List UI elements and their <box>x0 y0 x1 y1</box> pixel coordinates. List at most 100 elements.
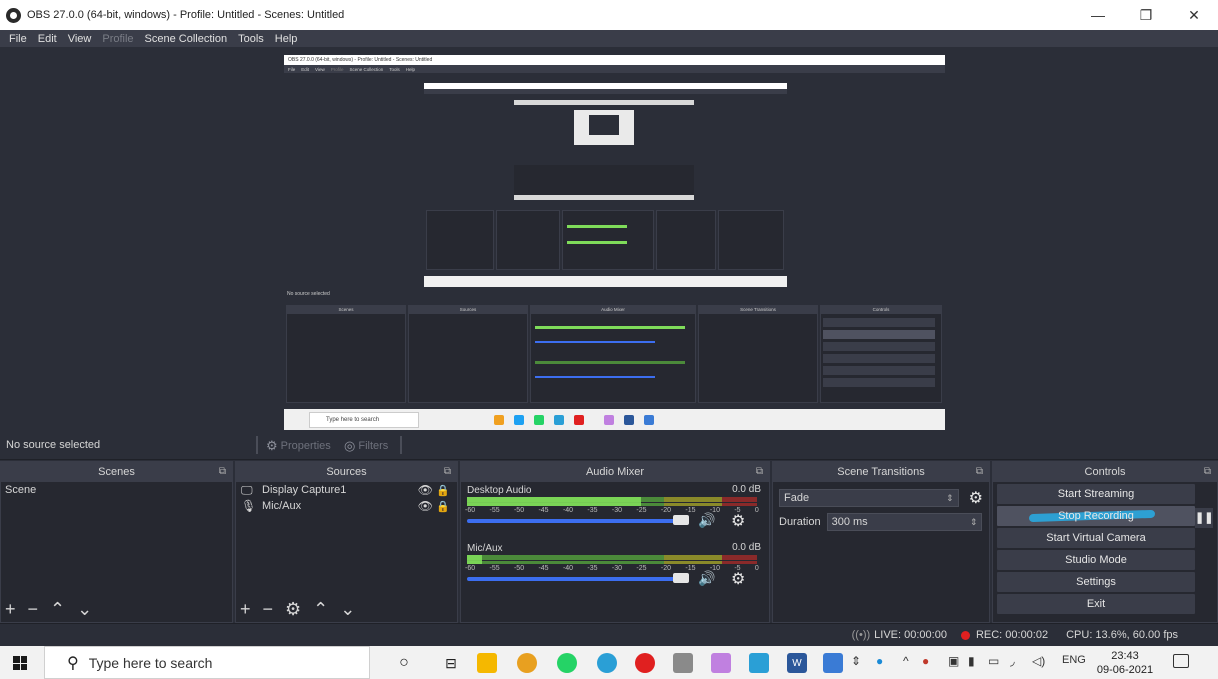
close-button[interactable]: ✕ <box>1170 0 1218 30</box>
menu-file[interactable]: File <box>9 33 27 45</box>
duration-input[interactable]: 300 ms ⇕ <box>826 513 982 531</box>
scale-tick: 0 <box>754 565 759 572</box>
audio-mixer-dock: Audio Mixer ⧉ Desktop Audio 0.0 dB -60 -… <box>460 461 770 623</box>
menu-edit[interactable]: Edit <box>38 33 57 45</box>
file-explorer-icon[interactable] <box>477 653 497 673</box>
volume-icon[interactable]: ◁) <box>1032 654 1045 668</box>
menu-view[interactable]: View <box>68 33 92 45</box>
antivirus-icon[interactable]: ● <box>922 654 929 668</box>
visibility-eye-icon[interactable]: 👁 <box>418 499 433 513</box>
spinner-icon[interactable]: ⇕ <box>970 514 978 530</box>
speaker-icon[interactable]: 🔊 <box>698 570 715 587</box>
stop-recording-button[interactable]: Stop Recording <box>997 506 1195 526</box>
edge-icon[interactable] <box>597 653 617 673</box>
menu-help[interactable]: Help <box>275 33 298 45</box>
source-properties-gear-icon[interactable]: ⚙ <box>285 599 301 620</box>
filters-button[interactable]: ◎ Filters <box>344 438 388 454</box>
onedrive-icon[interactable]: ● <box>876 654 883 668</box>
remove-source-icon[interactable]: − <box>263 599 274 620</box>
tray-scroll-icon[interactable]: ⇕ <box>851 654 861 668</box>
nested-sources-dock: Sources <box>408 305 528 403</box>
move-down-icon[interactable]: ⌄ <box>77 599 92 620</box>
nested-menu-scene-collection: Scene Collection <box>349 66 384 72</box>
maximize-button[interactable]: ❐ <box>1122 0 1170 30</box>
source-item-mic-aux[interactable]: 🎙 Mic/Aux 👁 🔒 <box>236 498 457 514</box>
start-virtual-camera-button[interactable]: Start Virtual Camera <box>997 528 1195 548</box>
wifi-icon[interactable]: ◞ <box>1010 654 1015 668</box>
mic-tray-icon[interactable]: ▮ <box>968 654 975 668</box>
move-down-icon[interactable]: ⌄ <box>340 599 355 620</box>
menu-scene-collection[interactable]: Scene Collection <box>145 33 228 45</box>
properties-button[interactable]: ⚙ Properties <box>266 438 331 454</box>
word-icon[interactable]: W <box>787 653 807 673</box>
volume-slider[interactable] <box>467 519 687 523</box>
device-icon[interactable]: ▣ <box>948 654 959 668</box>
gear-icon[interactable]: ⚙ <box>969 488 983 508</box>
move-up-icon[interactable]: ⌃ <box>313 599 328 620</box>
microphone-app-icon[interactable] <box>673 653 693 673</box>
add-source-icon[interactable]: + <box>240 599 251 620</box>
volume-slider-handle[interactable] <box>673 573 689 583</box>
channel-name: Mic/Aux <box>467 543 503 554</box>
speaker-icon[interactable]: 🔊 <box>698 512 715 529</box>
move-up-icon[interactable]: ⌃ <box>50 599 65 620</box>
task-view-icon[interactable]: ⊟ <box>441 653 461 673</box>
visibility-eye-icon[interactable]: 👁 <box>418 483 433 497</box>
scene-list-item[interactable]: Scene <box>1 482 232 498</box>
taskbar-search[interactable]: ⚲ Type here to search <box>44 646 370 679</box>
snipping-tool-icon[interactable] <box>711 653 731 673</box>
volume-slider[interactable] <box>467 577 687 581</box>
windows-start-icon[interactable] <box>13 656 27 670</box>
remove-scene-icon[interactable]: − <box>28 599 39 620</box>
notification-icon[interactable] <box>1173 654 1189 668</box>
gear-icon[interactable]: ⚙ <box>731 511 745 531</box>
windows-taskbar: ⚲ Type here to search ○ ⊟ W ⇕ ● ^ ● ▣ ▮ … <box>0 646 1218 679</box>
start-streaming-button[interactable]: Start Streaming <box>997 484 1195 504</box>
scale-tick: -15 <box>685 565 696 572</box>
undock-icon[interactable]: ⧉ <box>976 466 983 477</box>
source-item-display-capture[interactable]: 🖵 Display Capture1 👁 🔒 <box>236 482 457 498</box>
media-app-icon[interactable] <box>749 653 769 673</box>
nested-nested-window <box>424 83 787 288</box>
language-indicator[interactable]: ENG <box>1062 654 1086 666</box>
settings-button[interactable]: Settings <box>997 572 1195 592</box>
whatsapp-icon[interactable] <box>557 653 577 673</box>
menu-tools[interactable]: Tools <box>238 33 264 45</box>
scale-tick: -25 <box>636 507 647 514</box>
minimize-button[interactable]: — <box>1074 0 1122 30</box>
show-hidden-icon[interactable]: ^ <box>903 654 909 668</box>
undock-icon[interactable]: ⧉ <box>219 466 226 477</box>
search-icon: ⚲ <box>67 654 79 672</box>
studio-mode-button[interactable]: Studio Mode <box>997 550 1195 570</box>
scale-tick: -30 <box>611 507 623 514</box>
transition-selected: Fade <box>784 492 810 504</box>
scale-tick: -35 <box>587 507 598 514</box>
chrome-icon[interactable] <box>517 653 537 673</box>
cortana-icon[interactable]: ○ <box>394 653 414 673</box>
pause-recording-button[interactable]: ❚❚ <box>1195 508 1213 528</box>
nested-taskbar: Type here to search <box>284 409 945 431</box>
undock-icon[interactable]: ⧉ <box>1204 466 1211 477</box>
lock-icon[interactable]: 🔒 <box>436 484 450 497</box>
exit-button[interactable]: Exit <box>997 594 1195 614</box>
nested-menu: File Edit View Profile Scene Collection … <box>284 65 945 73</box>
transition-select[interactable]: Fade ⇕ <box>779 489 959 507</box>
gear-icon[interactable]: ⚙ <box>731 569 745 589</box>
filters-icon: ◎ <box>344 438 356 453</box>
photos-icon[interactable] <box>823 653 843 673</box>
context-separator <box>256 436 258 454</box>
spinner-icon: ⇕ <box>946 493 954 503</box>
undock-icon[interactable]: ⧉ <box>756 466 763 477</box>
menu-profile[interactable]: Profile <box>102 33 133 45</box>
preview-canvas[interactable]: OBS 27.0.0 (64-bit, windows) - Profile: … <box>0 47 1218 431</box>
battery-icon[interactable]: ▭ <box>988 654 999 668</box>
transition-row: Fade ⇕ ⚙ <box>773 486 989 510</box>
add-scene-icon[interactable]: + <box>5 599 16 620</box>
nested-transitions-header: Scene Transitions <box>699 306 817 314</box>
undock-icon[interactable]: ⧉ <box>444 466 451 477</box>
opera-icon[interactable] <box>635 653 655 673</box>
window-controls: — ❐ ✕ <box>1074 0 1218 30</box>
lock-icon[interactable]: 🔒 <box>436 500 450 513</box>
volume-slider-handle[interactable] <box>673 515 689 525</box>
taskbar-clock[interactable]: 23:43 09-06-2021 <box>1094 649 1156 677</box>
